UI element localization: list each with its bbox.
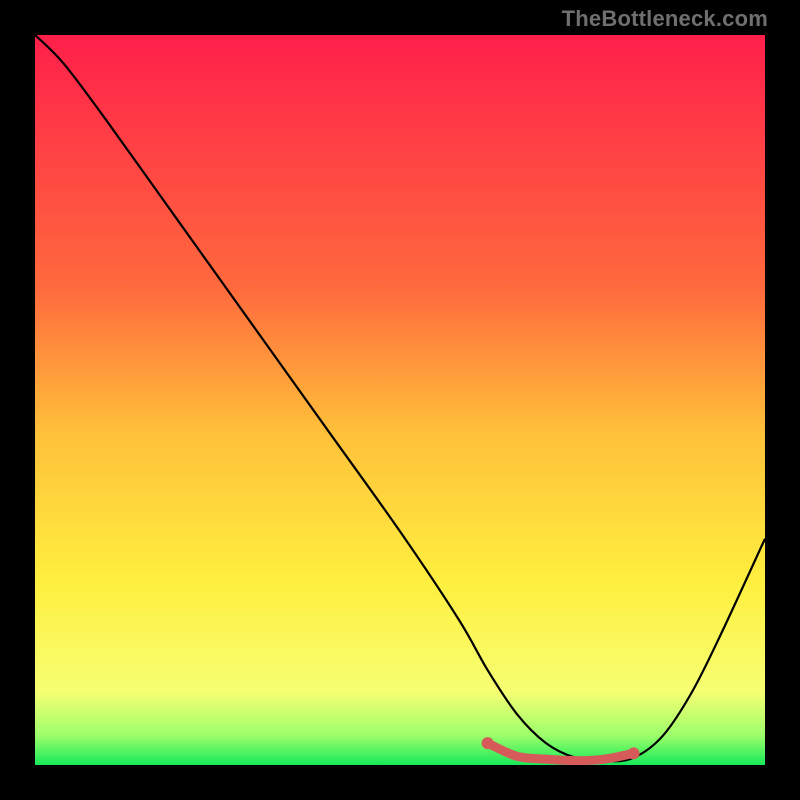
chart-svg: [35, 35, 765, 765]
watermark-text: TheBottleneck.com: [562, 6, 768, 32]
chart-frame: [35, 35, 765, 765]
chart-background-gradient: [35, 35, 765, 765]
